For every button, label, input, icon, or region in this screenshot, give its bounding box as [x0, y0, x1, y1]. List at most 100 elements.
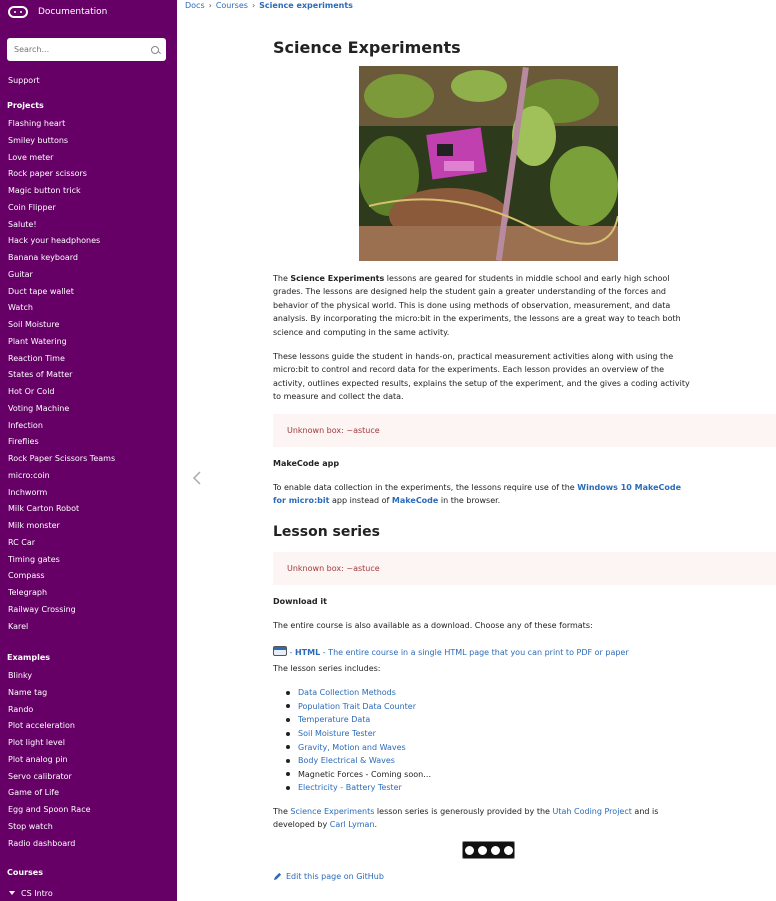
- science-experiments-link[interactable]: Science Experiments: [290, 807, 374, 816]
- sidebar-item-project[interactable]: Plant Watering: [8, 337, 67, 346]
- brand[interactable]: Documentation: [0, 0, 177, 24]
- lesson-link[interactable]: Electricity - Battery Tester: [298, 783, 402, 792]
- bullet-icon: [286, 717, 290, 722]
- sidebar-item-project[interactable]: Rock Paper Scissors Teams: [8, 454, 115, 463]
- sidebar-item-project[interactable]: Telegraph: [8, 588, 47, 597]
- text: .: [374, 820, 378, 830]
- makecode-paragraph: To enable data collection in the experim…: [273, 481, 681, 508]
- sidebar-item-project[interactable]: Salute!: [8, 220, 37, 229]
- list-item: Soil Moisture Tester: [286, 727, 431, 741]
- text: The: [273, 807, 291, 816]
- sidebar-item-example[interactable]: Plot light level: [8, 738, 65, 747]
- download-html-row: - HTML - The entire course in a single H…: [273, 646, 629, 659]
- sidebar-item-example[interactable]: Radio dashboard: [8, 839, 75, 848]
- text: lesson series is generously provided by …: [374, 807, 553, 816]
- makecode-link[interactable]: MakeCode: [392, 496, 438, 505]
- sidebar-item-example[interactable]: Game of Life: [8, 788, 59, 797]
- html-download-description[interactable]: - The entire course in a single HTML pag…: [320, 648, 629, 657]
- sidebar-item-project[interactable]: Watch: [8, 303, 33, 312]
- sidebar-item-example[interactable]: Servo calibrator: [8, 772, 72, 781]
- lesson-link[interactable]: Data Collection Methods: [298, 688, 396, 697]
- sidebar-item-project[interactable]: Inchworm: [8, 488, 47, 497]
- list-item: Data Collection Methods: [286, 686, 431, 700]
- text: -: [287, 648, 295, 657]
- previous-page-arrow-icon[interactable]: [191, 470, 203, 486]
- sidebar-item-example[interactable]: Stop watch: [8, 822, 53, 831]
- bullet-icon: [286, 745, 290, 750]
- windows-makecode-link[interactable]: for micro:bit: [273, 496, 329, 505]
- sa-icon: [502, 844, 514, 856]
- intro-paragraph-1: The Science Experiments lessons are gear…: [273, 272, 681, 339]
- sidebar-item-project[interactable]: Rock paper scissors: [8, 169, 87, 178]
- sidebar-item-project[interactable]: Love meter: [8, 153, 53, 162]
- sidebar-item-example[interactable]: Plot acceleration: [8, 721, 75, 730]
- text: science and computing in the same activi…: [273, 327, 450, 337]
- utah-coding-project-link[interactable]: Utah Coding Project: [553, 807, 632, 816]
- lesson-link[interactable]: Body Electrical & Waves: [298, 756, 395, 765]
- breadcrumb-courses[interactable]: Courses: [216, 1, 248, 10]
- sidebar-item-project[interactable]: Guitar: [8, 270, 33, 279]
- sidebar-item-project[interactable]: Infection: [8, 421, 43, 430]
- credit-paragraph: The Science Experiments lesson series is…: [273, 805, 658, 832]
- breadcrumb-current[interactable]: Science experiments: [259, 1, 353, 10]
- carl-lyman-link[interactable]: Carl Lyman: [330, 820, 375, 829]
- text: developed by: [273, 820, 330, 830]
- sidebar-item-project[interactable]: Smiley buttons: [8, 136, 68, 145]
- windows-makecode-link[interactable]: Windows 10 MakeCode: [577, 483, 681, 492]
- text: grades. The lessons are designed help th…: [273, 287, 666, 297]
- sidebar-item-project[interactable]: Railway Crossing: [8, 605, 76, 614]
- sidebar-heading-projects[interactable]: Projects: [7, 101, 44, 110]
- download-paragraph: The entire course is also available as a…: [273, 621, 593, 630]
- sidebar-item-project[interactable]: Hack your headphones: [8, 236, 100, 245]
- list-item: Population Trait Data Counter: [286, 700, 431, 714]
- text: micro:bit to control and record data for…: [273, 365, 665, 375]
- list-item: Magnetic Forces - Coming soon…: [286, 768, 431, 782]
- sidebar-item-support[interactable]: Support: [8, 76, 40, 85]
- sidebar-item-project[interactable]: RC Car: [8, 538, 35, 547]
- lesson-link[interactable]: Soil Moisture Tester: [298, 729, 376, 738]
- sidebar-item-project[interactable]: Magic button trick: [8, 186, 81, 195]
- creative-commons-license-badge[interactable]: [462, 841, 515, 859]
- sidebar-heading-examples[interactable]: Examples: [7, 653, 50, 662]
- makecode-app-heading: MakeCode app: [273, 459, 340, 468]
- search-icon[interactable]: [151, 45, 159, 54]
- sidebar-item-project[interactable]: Voting Machine: [8, 404, 69, 413]
- sidebar-item-project[interactable]: Milk Carton Robot: [8, 504, 79, 513]
- edit-on-github-label: Edit this page on GitHub: [286, 872, 384, 881]
- sidebar-item-project[interactable]: States of Matter: [8, 370, 72, 379]
- sidebar-item-example[interactable]: Egg and Spoon Race: [8, 805, 91, 814]
- sidebar-item-project[interactable]: Timing gates: [8, 555, 60, 564]
- lesson-label: Magnetic Forces - Coming soon…: [298, 769, 432, 779]
- sidebar-item-project[interactable]: Milk monster: [8, 521, 60, 530]
- sidebar-item-example[interactable]: Blinky: [8, 671, 32, 680]
- sidebar-item-project[interactable]: Flashing heart: [8, 119, 65, 128]
- sidebar-item-project[interactable]: Duct tape wallet: [8, 287, 74, 296]
- lesson-series-heading: Lesson series: [273, 524, 380, 540]
- sidebar-item-project[interactable]: Soil Moisture: [8, 320, 59, 329]
- sidebar-item-project[interactable]: Coin Flipper: [8, 203, 56, 212]
- sidebar-item-project[interactable]: Hot Or Cold: [8, 387, 55, 396]
- sidebar-item-project[interactable]: micro:coin: [8, 471, 50, 480]
- sidebar-item-cs-intro[interactable]: CS Intro: [9, 889, 53, 898]
- sidebar-item-example[interactable]: Plot analog pin: [8, 755, 68, 764]
- breadcrumb-docs[interactable]: Docs: [185, 1, 205, 10]
- sidebar-heading-courses[interactable]: Courses: [7, 868, 43, 877]
- html-download-link[interactable]: HTML: [295, 648, 320, 657]
- lesson-link[interactable]: Temperature Data: [298, 715, 370, 724]
- sidebar-item-project[interactable]: Reaction Time: [8, 354, 65, 363]
- sidebar-item-project[interactable]: Fireflies: [8, 437, 39, 446]
- search-input[interactable]: [14, 45, 151, 54]
- microbit-logo-icon: [8, 6, 28, 18]
- edit-on-github-link[interactable]: Edit this page on GitHub: [273, 872, 384, 881]
- sidebar-item-project[interactable]: Compass: [8, 571, 45, 580]
- sidebar-item-example[interactable]: Name tag: [8, 688, 47, 697]
- sidebar-item-example[interactable]: Rando: [8, 705, 33, 714]
- sidebar-item-project[interactable]: Banana keyboard: [8, 253, 78, 262]
- lesson-link[interactable]: Population Trait Data Counter: [298, 702, 416, 711]
- unknown-box-1: Unknown box: ~astuce: [273, 414, 776, 447]
- bullet-icon: [286, 758, 290, 763]
- download-heading: Download it: [273, 597, 327, 606]
- sidebar-item-project[interactable]: Karel: [8, 622, 28, 631]
- text: and is: [631, 807, 659, 816]
- lesson-link[interactable]: Gravity, Motion and Waves: [298, 743, 406, 752]
